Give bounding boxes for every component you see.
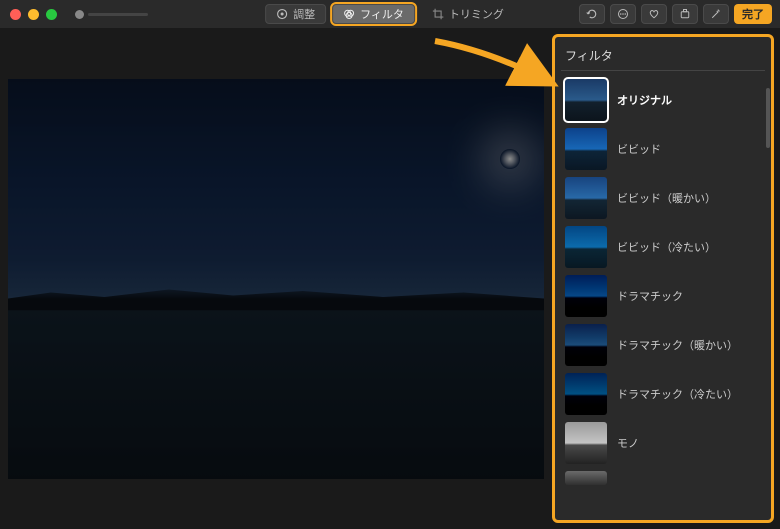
- filter-thumb: [565, 324, 607, 366]
- close-window-button[interactable]: [10, 9, 21, 20]
- crop-label: トリミング: [449, 6, 504, 22]
- main-area: フィルタ オリジナル ビビッド ビビッド（暖かい） ビビッド（冷たい） ドラマチ…: [0, 28, 780, 529]
- filter-item-vivid[interactable]: ビビッド: [561, 126, 765, 172]
- rotate-button[interactable]: [579, 4, 605, 24]
- filter-tab[interactable]: フィルタ: [332, 4, 415, 24]
- zoom-slider[interactable]: [75, 10, 148, 19]
- filter-item-vivid-warm[interactable]: ビビッド（暖かい）: [561, 175, 765, 221]
- filter-thumb: [565, 226, 607, 268]
- filter-item-vivid-cool[interactable]: ビビッド（冷たい）: [561, 224, 765, 270]
- photo-water: [8, 311, 544, 479]
- filter-label: ビビッド（冷たい）: [617, 239, 716, 255]
- filter-icon: [343, 8, 355, 20]
- filter-label: モノ: [617, 435, 639, 451]
- maximize-window-button[interactable]: [46, 9, 57, 20]
- filter-item-partial[interactable]: [561, 469, 765, 487]
- filter-label: ドラマチック（冷たい）: [617, 386, 738, 402]
- filter-thumb: [565, 275, 607, 317]
- extensions-icon: [679, 8, 691, 20]
- photo-sun: [500, 149, 520, 169]
- filter-label: オリジナル: [617, 92, 672, 108]
- filter-thumb: [565, 373, 607, 415]
- adjust-tab[interactable]: 調整: [265, 4, 326, 24]
- favorite-button[interactable]: [641, 4, 667, 24]
- crop-tab[interactable]: トリミング: [421, 4, 515, 24]
- photo-mountains: [8, 281, 544, 311]
- filter-thumb: [565, 128, 607, 170]
- sidebar-title: フィルタ: [561, 45, 765, 71]
- adjust-icon: [276, 8, 288, 20]
- filter-thumb: [565, 79, 607, 121]
- filter-item-mono[interactable]: モノ: [561, 420, 765, 466]
- adjust-label: 調整: [293, 6, 315, 22]
- canvas-area: [0, 28, 552, 529]
- filter-label: ドラマチック: [617, 288, 683, 304]
- filter-thumb: [565, 177, 607, 219]
- zoom-slider-track: [88, 13, 148, 16]
- toolbar-center: 調整 フィルタ トリミング: [265, 4, 515, 24]
- rotate-icon: [586, 8, 598, 20]
- titlebar: 調整 フィルタ トリミング 完了: [0, 0, 780, 28]
- heart-icon: [648, 8, 660, 20]
- done-button[interactable]: 完了: [734, 4, 772, 24]
- filter-label: ビビッド: [617, 141, 661, 157]
- filter-label: ビビッド（暖かい）: [617, 190, 716, 206]
- filter-thumb: [565, 471, 607, 485]
- filter-label: フィルタ: [360, 6, 404, 22]
- wand-icon: [710, 8, 722, 20]
- more-icon: [617, 8, 629, 20]
- filter-list: オリジナル ビビッド ビビッド（暖かい） ビビッド（冷たい） ドラマチック ドラ…: [561, 77, 765, 512]
- minimize-window-button[interactable]: [28, 9, 39, 20]
- filter-label: ドラマチック（暖かい）: [617, 337, 738, 353]
- filter-thumb: [565, 422, 607, 464]
- toolbar-right: 完了: [579, 4, 772, 24]
- filter-item-dramatic-cool[interactable]: ドラマチック（冷たい）: [561, 371, 765, 417]
- crop-icon: [432, 8, 444, 20]
- filter-item-dramatic-warm[interactable]: ドラマチック（暖かい）: [561, 322, 765, 368]
- filter-item-dramatic[interactable]: ドラマチック: [561, 273, 765, 319]
- filter-sidebar: フィルタ オリジナル ビビッド ビビッド（暖かい） ビビッド（冷たい） ドラマチ…: [552, 34, 774, 523]
- photo-preview[interactable]: [8, 79, 544, 479]
- auto-enhance-button[interactable]: [703, 4, 729, 24]
- traffic-lights: [10, 9, 57, 20]
- extensions-button[interactable]: [672, 4, 698, 24]
- done-label: 完了: [742, 6, 764, 22]
- scrollbar[interactable]: [766, 88, 770, 148]
- more-button[interactable]: [610, 4, 636, 24]
- filter-item-original[interactable]: オリジナル: [561, 77, 765, 123]
- zoom-slider-knob[interactable]: [75, 10, 84, 19]
